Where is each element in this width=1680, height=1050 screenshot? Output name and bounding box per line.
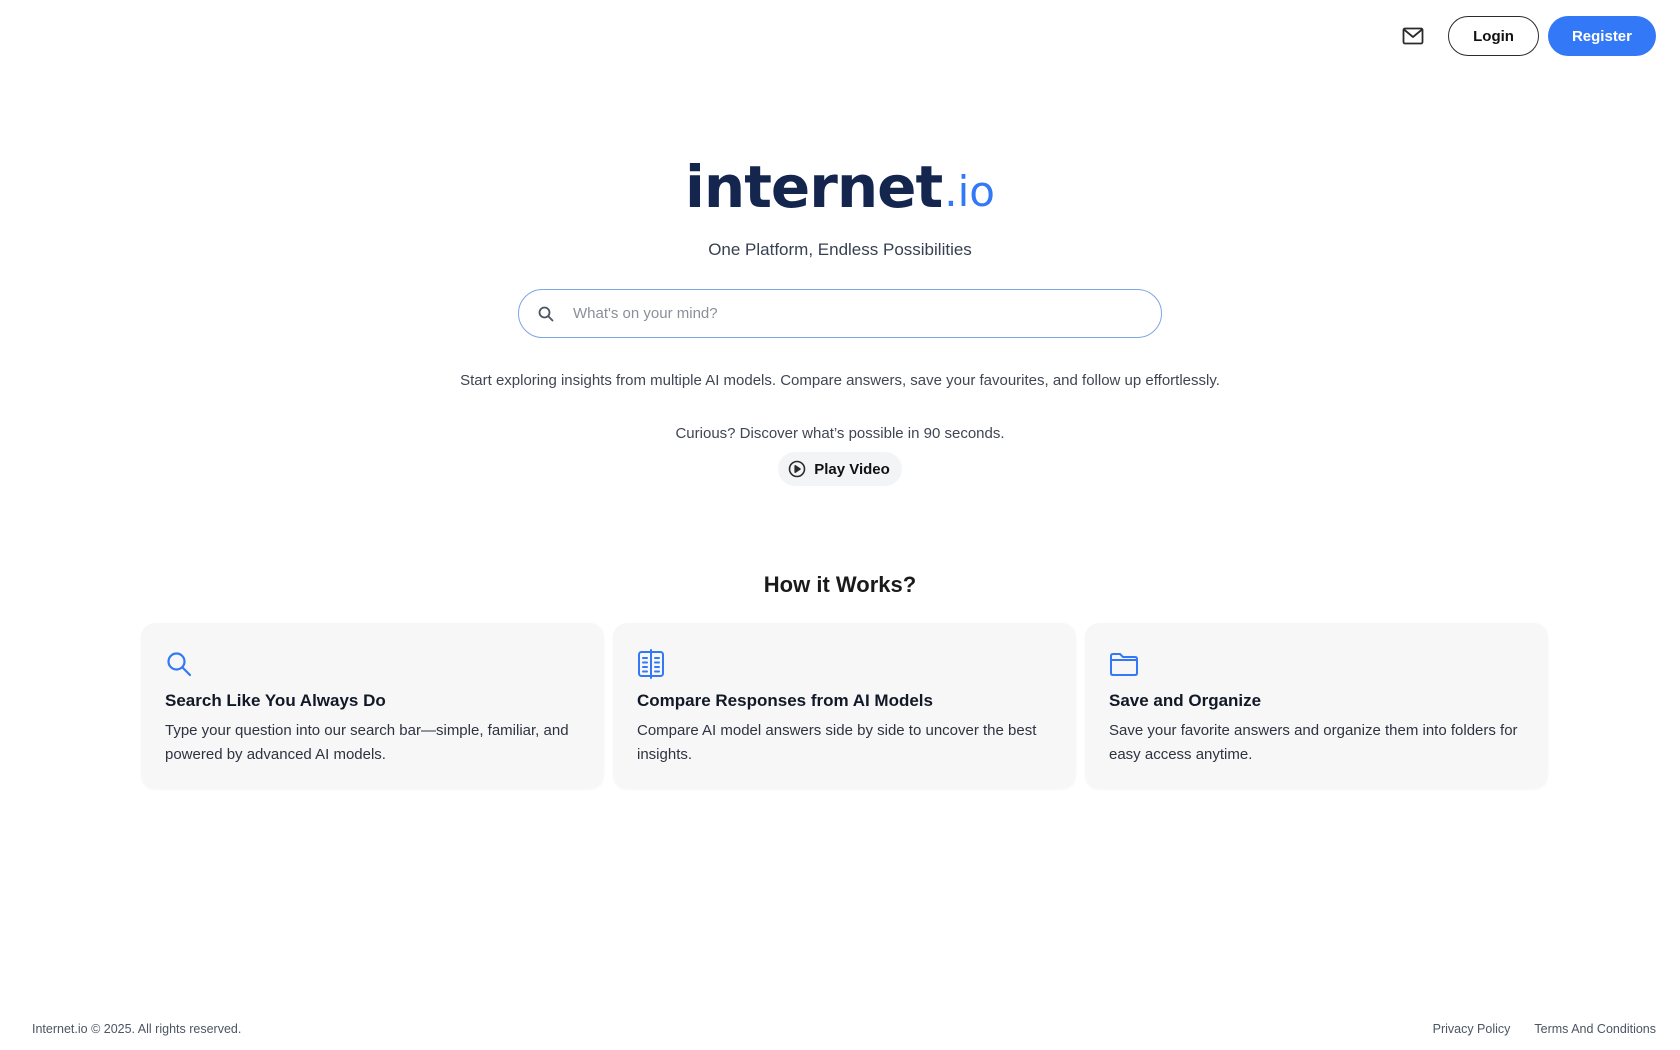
footer-copyright: Internet.io © 2025. All rights reserved. [32, 1022, 242, 1036]
how-it-works-cards: Search Like You Always Do Type your ques… [141, 623, 1548, 789]
curious-text: Curious? Discover what’s possible in 90 … [675, 425, 1005, 442]
folder-icon [1109, 647, 1524, 681]
play-video-button[interactable]: Play Video [778, 452, 902, 486]
logo[interactable]: internet .io [685, 153, 995, 221]
feature-card: Search Like You Always Do Type your ques… [141, 623, 604, 789]
logo-tld-text: .io [944, 167, 995, 216]
privacy-policy-link[interactable]: Privacy Policy [1433, 1022, 1511, 1036]
feature-card-title: Compare Responses from AI Models [637, 691, 933, 710]
hero-section: internet .io One Platform, Endless Possi… [0, 153, 1680, 486]
search-bar[interactable] [518, 289, 1162, 338]
feature-card-desc: Save your favorite answers and organize … [1109, 722, 1518, 763]
compare-icon [637, 647, 1052, 681]
logo-main-text: internet [685, 153, 943, 221]
feature-card-desc: Compare AI model answers side by side to… [637, 722, 1037, 763]
tagline: One Platform, Endless Possibilities [708, 240, 972, 259]
feature-card-desc: Type your question into our search bar—s… [165, 722, 569, 763]
play-video-label: Play Video [814, 460, 890, 478]
search-input[interactable] [573, 305, 1143, 322]
search-icon [537, 305, 555, 323]
search-icon [165, 647, 580, 681]
how-it-works-title: How it Works? [763, 572, 917, 597]
feature-card: Compare Responses from AI Models Compare… [613, 623, 1076, 789]
play-circle-icon [788, 460, 806, 478]
feature-card: Save and Organize Save your favorite ans… [1085, 623, 1548, 789]
login-button[interactable]: Login [1448, 16, 1539, 56]
terms-link[interactable]: Terms And Conditions [1534, 1022, 1656, 1036]
feature-card-title: Save and Organize [1109, 691, 1262, 710]
mail-icon[interactable] [1393, 16, 1433, 56]
intro-text: Start exploring insights from multiple A… [460, 372, 1220, 389]
feature-card-title: Search Like You Always Do [165, 691, 386, 710]
landing-page: Login Register internet .io One Platform… [0, 0, 1680, 1050]
footer-links: Privacy Policy Terms And Conditions [1433, 1022, 1656, 1036]
register-button[interactable]: Register [1547, 16, 1656, 56]
top-bar: Login Register [1393, 16, 1656, 56]
